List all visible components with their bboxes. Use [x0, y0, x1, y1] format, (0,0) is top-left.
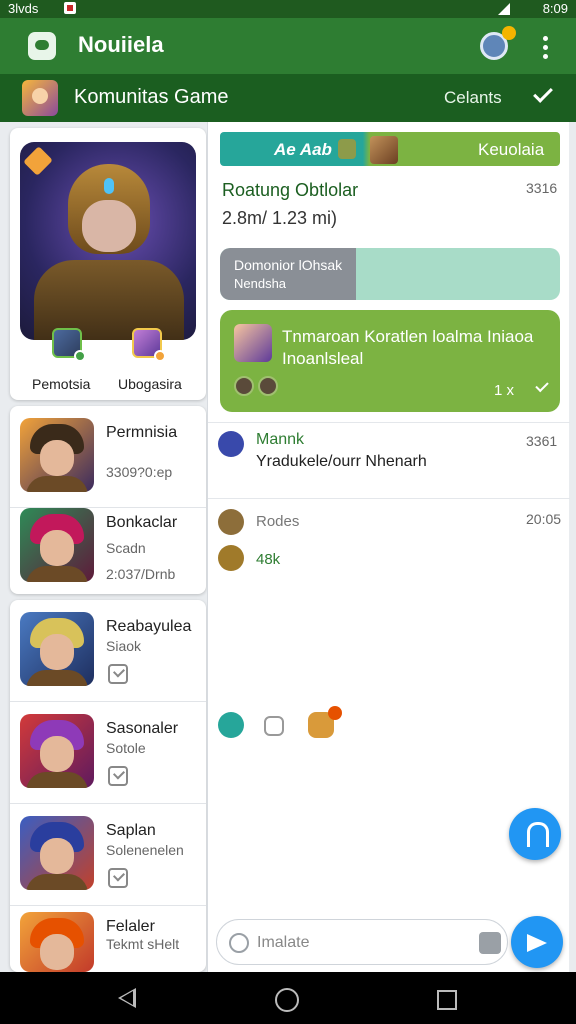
sender-avatar — [218, 431, 244, 457]
emoji-icon[interactable] — [479, 932, 501, 954]
chat-tab-bar: Ae Aab Keuolaia — [220, 132, 560, 166]
status-bar: 3lvds 8:09 — [0, 0, 576, 18]
close-badge-icon — [328, 706, 342, 720]
hero-name: Sasonaler — [106, 720, 179, 737]
message-input-box — [216, 919, 508, 965]
hero-thumb — [20, 508, 94, 582]
app-bar: Nouiiela — [0, 18, 576, 74]
reaction-bar — [218, 706, 418, 742]
notification-app-icon — [64, 2, 76, 14]
hero-thumb — [20, 612, 94, 686]
hero-name: Bonkaclar — [106, 514, 178, 531]
chat-logo-icon — [28, 32, 56, 60]
tab-left[interactable]: Ae Aab — [274, 140, 332, 160]
community-link[interactable]: Celants — [444, 88, 502, 108]
message-input[interactable] — [257, 930, 467, 956]
camera-icon[interactable] — [264, 716, 284, 736]
hero-name: Felaler — [106, 918, 155, 935]
hero-subtitle: Sotole — [106, 740, 146, 756]
hero-group: Reabayulea Siaok Sasonaler Sotole Saplan… — [10, 600, 206, 972]
message-text: Yradukele/ourr Nhenarh — [256, 453, 427, 470]
tab-icon — [338, 139, 356, 159]
hero-subtitle: Scadn — [106, 540, 146, 556]
highlight-message-text: Tnmaroan Koratlen loalma Iniaoa Inoanlsl… — [282, 327, 534, 368]
chat-header-time: 3316 — [526, 180, 558, 196]
checkbox[interactable] — [108, 664, 128, 684]
hero-row[interactable]: Saplan Solenenelen — [10, 804, 206, 906]
community-bar: Komunitas Game Celants — [0, 74, 576, 122]
message-count: 1 x — [494, 382, 515, 399]
hero-thumb — [20, 912, 94, 972]
message-row[interactable]: Rodes 20:05 48k — [208, 498, 570, 598]
sub-avatar[interactable] — [52, 328, 86, 362]
message-value: 48k — [256, 551, 281, 568]
status-progress-fill — [220, 248, 356, 300]
system-nav-bar — [0, 972, 576, 1024]
sub-avatar[interactable] — [132, 328, 166, 362]
status-line1: Domonior lOhsak — [234, 257, 343, 273]
home-icon[interactable] — [275, 988, 299, 1012]
message-time: 20:05 — [526, 511, 562, 527]
hero-row[interactable]: Sasonaler Sotole — [10, 702, 206, 804]
status-time: 8:09 — [542, 1, 568, 16]
message-time: 3361 — [526, 433, 558, 449]
status-progress[interactable]: Domonior lOhsak Nendsha — [220, 248, 560, 300]
chat-panel: Ae Aab Keuolaia Roatung Obtlolar 3316 2.… — [207, 122, 570, 972]
hero-thumb — [20, 816, 94, 890]
reaction-icon[interactable] — [234, 376, 254, 396]
hero-thumb — [20, 714, 94, 788]
reaction-icon[interactable] — [258, 376, 278, 396]
sender-avatar — [218, 509, 244, 535]
hero-subtitle: Siaok — [106, 638, 142, 654]
hero-row[interactable]: Bonkaclar Scadn 2:037/Drnb — [10, 496, 206, 598]
hero-group: Permnisia 3309?0:ep Bonkaclar Scadn 2:03… — [10, 406, 206, 594]
screen: 3lvds 8:09 Nouiiela Komunitas Game Celan… — [0, 0, 576, 1024]
hero-stat: 3309?0:ep — [106, 464, 173, 480]
hero-thumb — [20, 418, 94, 492]
hero-name: Permnisia — [106, 424, 178, 441]
hero-name: Saplan — [106, 822, 156, 839]
hero-row[interactable]: Felaler Tekmt sHelt — [10, 900, 206, 972]
hero-row[interactable]: Permnisia 3309?0:ep — [10, 406, 206, 508]
message-row[interactable]: Mannk Yradukele/ourr Nhenarh 3361 — [208, 422, 570, 498]
featured-label: Ubogasira — [118, 376, 182, 392]
back-icon[interactable] — [118, 988, 136, 1008]
read-check-icon — [535, 378, 549, 393]
hero-name: Reabayulea — [106, 618, 192, 635]
send-button[interactable] — [511, 916, 563, 968]
hero-list-panel: Pemotsia Ubogasira Permnisia 3309?0:ep B… — [0, 122, 206, 972]
highlight-message[interactable]: Tnmaroan Koratlen loalma Iniaoa Inoanlsl… — [220, 310, 560, 412]
tab-right[interactable]: Keuolaia — [478, 140, 544, 160]
app-title: Nouiiela — [78, 32, 164, 57]
check-icon[interactable] — [533, 83, 553, 103]
sender-avatar — [234, 324, 272, 362]
featured-hero-card[interactable]: Pemotsia Ubogasira — [10, 128, 206, 400]
chat-header-meta: 2.8m/ 1.23 mi) — [222, 208, 338, 228]
notification-badge — [502, 26, 516, 40]
recents-icon[interactable] — [437, 990, 457, 1010]
tab-avatar[interactable] — [370, 136, 398, 164]
community-avatar[interactable] — [22, 80, 58, 116]
reaction-icon[interactable] — [218, 712, 244, 738]
hero-stat: 2:037/Drnb — [106, 566, 176, 582]
message-label: Rodes — [256, 513, 300, 530]
checkbox[interactable] — [108, 868, 128, 888]
hero-row[interactable]: Reabayulea Siaok — [10, 600, 206, 702]
hero-subtitle: Tekmt sHelt — [106, 936, 180, 952]
user-fab-button[interactable] — [509, 808, 561, 860]
overflow-menu-icon[interactable] — [536, 34, 554, 60]
status-line2: Nendsha — [234, 276, 287, 291]
checkbox[interactable] — [108, 766, 128, 786]
chat-header-title: Roatung Obtlolar — [222, 180, 359, 200]
community-title: Komunitas Game — [74, 86, 229, 108]
hero-subtitle: Solenenelen — [106, 842, 184, 858]
featured-hero-portrait — [20, 142, 196, 340]
sender-avatar — [218, 545, 244, 571]
sender-name: Mannk — [256, 431, 305, 448]
attach-icon[interactable] — [229, 933, 249, 953]
featured-label: Pemotsia — [32, 376, 91, 392]
status-left-text: 3lvds — [8, 1, 39, 16]
signal-icon — [498, 3, 510, 15]
